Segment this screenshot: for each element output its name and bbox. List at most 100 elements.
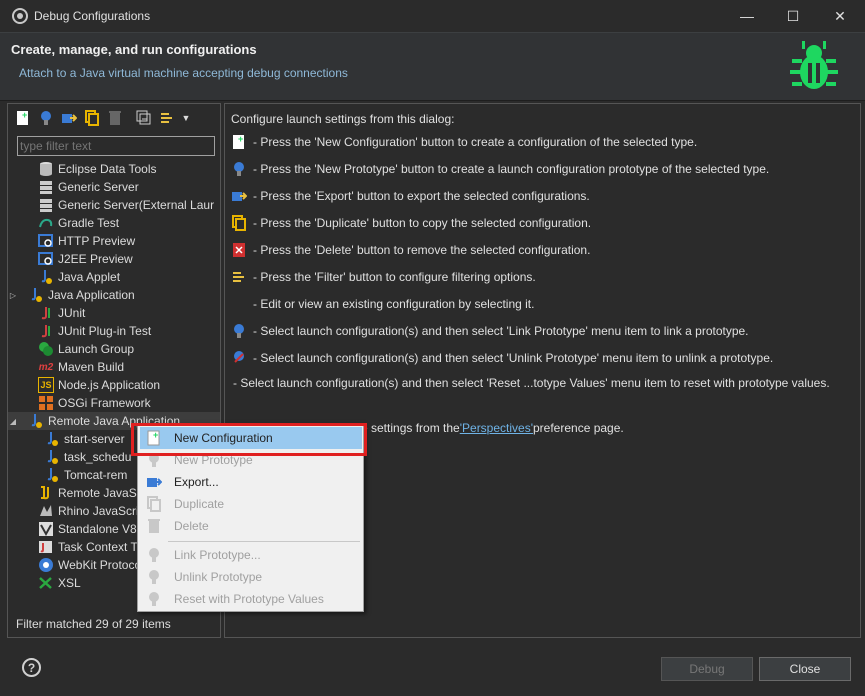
- help-text: - Press the 'Export' button to export th…: [253, 189, 590, 203]
- tree-item-label: Remote JavaSc: [58, 486, 143, 500]
- menu-item-delete[interactable]: Delete: [140, 515, 362, 537]
- java-icon: [44, 449, 60, 465]
- tree-item-label: Eclipse Data Tools: [58, 162, 157, 176]
- close-button[interactable]: Close: [759, 657, 851, 681]
- js-icon: [38, 485, 54, 501]
- menu-item-new-prototype[interactable]: New Prototype: [140, 449, 362, 471]
- tree-item-nodejs-application[interactable]: JS Node.js Application: [8, 376, 220, 394]
- tree-item-junit[interactable]: JUnit: [8, 304, 220, 322]
- nodejs-icon: JS: [38, 377, 54, 393]
- menu-item-label: Export...: [174, 475, 219, 489]
- help-line-unlink-prototype: - Select launch configuration(s) and the…: [231, 350, 773, 366]
- menu-item-reset-prototype-values[interactable]: Reset with Prototype Values: [140, 588, 362, 610]
- tree-item-launch-group[interactable]: Launch Group: [8, 340, 220, 358]
- tree-item-label: Maven Build: [58, 360, 125, 374]
- tree-item-eclipse-data-tools[interactable]: Eclipse Data Tools: [8, 160, 220, 178]
- menu-item-new-configuration[interactable]: + New Configuration: [140, 427, 362, 449]
- tree-item-label: Standalone V8: [58, 522, 137, 536]
- tree-item-generic-server[interactable]: Generic Server: [8, 178, 220, 196]
- debug-button[interactable]: Debug: [661, 657, 753, 681]
- menu-item-export[interactable]: Export...: [140, 471, 362, 493]
- new-configuration-icon: +: [146, 430, 162, 446]
- help-line-edit: - Edit or view an existing configuration…: [231, 296, 534, 312]
- new-configuration-icon: +: [231, 134, 247, 150]
- collapse-all-icon[interactable]: [134, 108, 154, 128]
- tree-item-label: Java Application: [48, 288, 135, 302]
- menu-item-label: Unlink Prototype: [174, 570, 263, 584]
- duplicate-icon[interactable]: [82, 108, 102, 128]
- tree-item-label: Java Applet: [58, 270, 121, 284]
- server-icon: [38, 179, 54, 195]
- view-menu-chevron-down-icon[interactable]: ▼: [180, 108, 192, 128]
- menu-item-link-prototype[interactable]: Link Prototype...: [140, 544, 362, 566]
- rhino-icon: [38, 503, 54, 519]
- tree-item-label: OSGi Framework: [58, 396, 151, 410]
- tree-item-java-applet[interactable]: Java Applet: [8, 268, 220, 286]
- launch-group-icon: [38, 341, 54, 357]
- help-line-reset: - Select launch configuration(s) and the…: [233, 376, 830, 390]
- tree-item-generic-server-external[interactable]: Generic Server(External Laur: [8, 196, 220, 214]
- tree-item-label: Tomcat-rem: [64, 468, 128, 482]
- filter-input[interactable]: [17, 136, 215, 156]
- tree-item-label: task_schedu: [64, 450, 132, 464]
- filter-status: Filter matched 29 of 29 items: [16, 617, 171, 631]
- tree-item-label: HTTP Preview: [58, 234, 136, 248]
- filter-icon[interactable]: [157, 108, 177, 128]
- junit-icon: [38, 323, 54, 339]
- menu-item-unlink-prototype[interactable]: Unlink Prototype: [140, 566, 362, 588]
- help-text: - Press the 'New Prototype' button to cr…: [253, 162, 770, 176]
- v8-icon: [38, 521, 54, 537]
- export-icon[interactable]: [59, 108, 79, 128]
- close-window-button[interactable]: ✕: [817, 0, 863, 32]
- unlink-prototype-icon: [231, 350, 247, 366]
- preview-icon: [38, 233, 54, 249]
- java-icon: [28, 287, 44, 303]
- export-icon: [231, 188, 247, 204]
- header-title: Create, manage, and run configurations: [11, 42, 257, 57]
- svg-text:+: +: [238, 134, 243, 144]
- export-icon: [146, 474, 162, 490]
- title-bar: Debug Configurations — ☐ ✕: [0, 0, 865, 33]
- help-text: - Press the 'Delete' button to remove th…: [253, 243, 591, 257]
- unlink-prototype-icon: [146, 569, 162, 585]
- expand-arrow-icon[interactable]: ▷: [8, 291, 18, 300]
- new-configuration-icon[interactable]: +: [13, 108, 33, 128]
- perspectives-link[interactable]: 'Perspectives': [460, 421, 533, 435]
- tree-item-java-application[interactable]: ▷ Java Application: [8, 286, 220, 304]
- menu-item-label: Link Prototype...: [174, 548, 261, 562]
- delete-icon[interactable]: [105, 108, 125, 128]
- tree-item-j2ee-preview[interactable]: J2EE Preview: [8, 250, 220, 268]
- tree-item-http-preview[interactable]: HTTP Preview: [8, 232, 220, 250]
- database-icon: [38, 161, 54, 177]
- perspective-post-text: preference page.: [533, 421, 624, 435]
- help-icon[interactable]: ?: [22, 658, 41, 677]
- tree-item-label: JUnit Plug-in Test: [58, 324, 152, 338]
- tree-item-osgi-framework[interactable]: OSGi Framework: [8, 394, 220, 412]
- maven-icon: m2: [38, 361, 54, 373]
- collapse-arrow-icon[interactable]: ◢: [8, 417, 18, 426]
- bug-icon: [790, 41, 838, 89]
- menu-item-label: Delete: [174, 519, 209, 533]
- new-prototype-icon[interactable]: [36, 108, 56, 128]
- tree-item-junit-plugin-test[interactable]: JUnit Plug-in Test: [8, 322, 220, 340]
- tree-item-label: Task Context Te: [58, 540, 144, 554]
- svg-text:+: +: [153, 430, 158, 440]
- menu-item-label: New Prototype: [174, 453, 253, 467]
- help-line-export: - Press the 'Export' button to export th…: [231, 188, 590, 204]
- minimize-button[interactable]: —: [724, 0, 770, 32]
- eclipse-icon: [12, 8, 28, 24]
- link-prototype-icon: [231, 323, 247, 339]
- menu-item-duplicate[interactable]: Duplicate: [140, 493, 362, 515]
- new-prototype-icon: [146, 452, 162, 468]
- tree-item-gradle-test[interactable]: Gradle Test: [8, 214, 220, 232]
- maximize-button[interactable]: ☐: [770, 0, 816, 32]
- context-menu: + New Configuration New Prototype Export.…: [137, 423, 364, 612]
- preview-icon: [38, 251, 54, 267]
- chrome-icon: [38, 557, 54, 573]
- tree-item-label: start-server: [64, 432, 125, 446]
- tree-item-maven-build[interactable]: m2 Maven Build: [8, 358, 220, 376]
- java-icon: [44, 467, 60, 483]
- intro-text: Configure launch settings from this dial…: [231, 112, 455, 126]
- duplicate-icon: [231, 215, 247, 231]
- help-text: - Press the 'Duplicate' button to copy t…: [253, 216, 592, 230]
